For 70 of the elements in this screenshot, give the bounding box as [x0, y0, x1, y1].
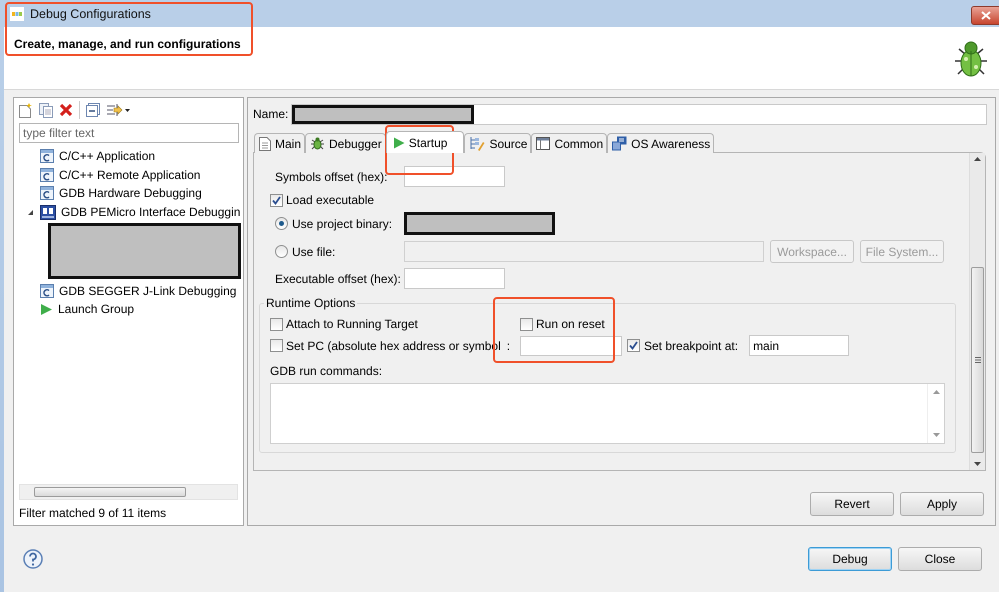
app-icon	[10, 6, 24, 20]
tab[interactable]: Source	[464, 133, 532, 153]
field-label: Symbols offset (hex):	[275, 170, 388, 184]
checkbox-label: Attach to Running Target	[286, 317, 418, 331]
radio-button[interactable]	[275, 217, 288, 230]
field-label: GDB run commands:	[270, 364, 384, 378]
tab[interactable]: Debugger	[305, 133, 386, 153]
radio-label: Use project binary:	[292, 216, 392, 230]
field-label: Executable offset (hex):	[275, 272, 402, 286]
label-colon: :	[506, 338, 510, 352]
revert-button[interactable]: Revert	[810, 492, 894, 516]
tab[interactable]: Main	[254, 133, 306, 153]
field-label: Name:	[253, 107, 288, 121]
delete-icon[interactable]	[59, 103, 73, 117]
breakpoint-field[interactable]: main	[749, 335, 850, 356]
close-icon	[981, 11, 991, 20]
horizontal-scrollbar[interactable]	[19, 484, 238, 500]
dialog-button[interactable]: Debug	[808, 547, 892, 571]
window-icon	[536, 137, 550, 150]
source-icon	[469, 136, 486, 151]
pc-address-field[interactable]	[520, 336, 622, 356]
expander-icon[interactable]	[26, 208, 35, 216]
checkbox[interactable]	[270, 339, 283, 352]
bug-icon	[310, 136, 326, 151]
tab[interactable]: Common	[531, 133, 608, 153]
play-icon	[40, 302, 53, 316]
apply-button[interactable]: Apply	[900, 492, 984, 516]
new-configuration-icon[interactable]	[19, 102, 33, 118]
symbols-offset-field[interactable]	[404, 166, 505, 187]
executable-offset-field[interactable]	[404, 268, 505, 289]
document-icon	[40, 168, 54, 182]
document-icon	[40, 149, 54, 164]
group-title: Runtime Options	[264, 296, 358, 310]
tab[interactable]: Startup	[386, 131, 464, 153]
chip-icon	[40, 204, 56, 220]
tree-item[interactable]: Launch Group	[58, 302, 134, 316]
checkbox-label: Run on reset	[536, 317, 605, 331]
document-icon	[40, 284, 54, 298]
tree-item[interactable]: C/C++ Remote Application	[59, 168, 200, 182]
checkbox-label: Load executable	[286, 193, 374, 207]
name-field[interactable]	[291, 104, 987, 124]
checkbox[interactable]	[270, 318, 283, 330]
tree-item[interactable]: GDB Hardware Debugging	[59, 186, 202, 200]
vertical-scrollbar[interactable]	[969, 153, 985, 470]
duplicate-icon[interactable]	[39, 102, 53, 118]
dialog-button[interactable]: Close	[898, 547, 982, 571]
close-button[interactable]	[971, 6, 999, 25]
checkbox[interactable]	[270, 194, 283, 206]
scroll-down-icon[interactable]	[974, 462, 981, 466]
tree-item[interactable]: GDB PEMicro Interface Debuggin	[61, 205, 240, 220]
radio-label: Use file:	[292, 244, 336, 258]
help-icon[interactable]	[23, 549, 43, 569]
grip-icon	[974, 357, 980, 363]
window-title: Debug Configurations	[30, 6, 151, 20]
scroll-up-icon[interactable]	[974, 157, 981, 161]
tab[interactable]: OS Awareness	[607, 133, 714, 153]
document-icon	[259, 136, 271, 150]
windows-icon	[612, 136, 628, 151]
play-icon	[392, 136, 405, 148]
checkbox-label: Set breakpoint at:	[644, 338, 738, 352]
filter-field[interactable]: type filter text	[19, 123, 239, 143]
document-icon	[40, 186, 54, 200]
status-text: Filter matched 9 of 11 items	[18, 505, 168, 522]
dialog-subtitle: Create, manage, and run configurations	[14, 37, 241, 53]
collapse-all-icon[interactable]	[86, 103, 100, 117]
tree-item[interactable]: C/C++ Application	[59, 149, 156, 164]
checkbox[interactable]	[520, 318, 533, 330]
filter-icon[interactable]	[106, 103, 130, 117]
tree-item[interactable]: GDB SEGGER J-Link Debugging	[59, 284, 236, 298]
checkbox[interactable]	[627, 339, 640, 352]
